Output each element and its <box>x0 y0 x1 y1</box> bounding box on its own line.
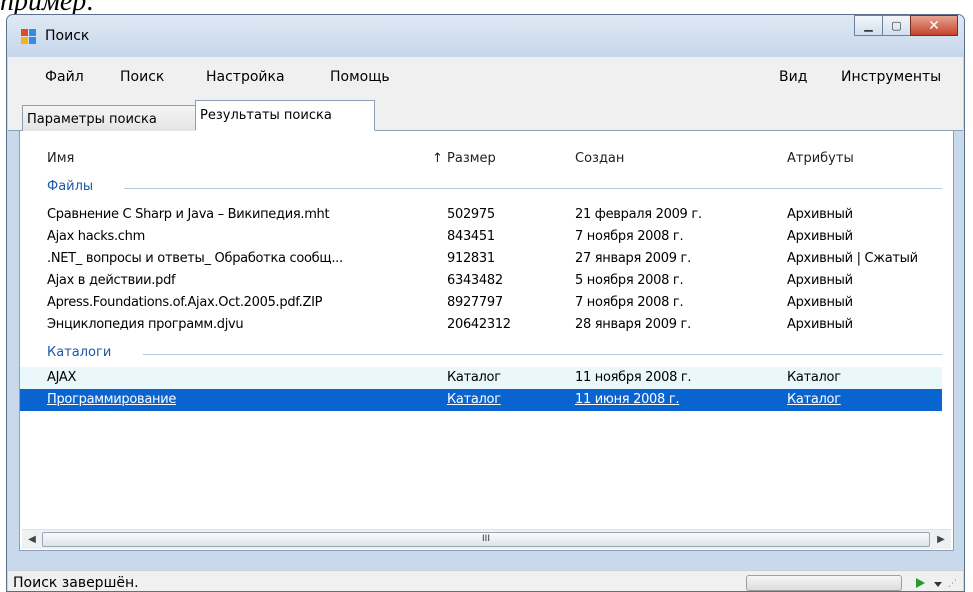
minimize-icon: ▁ <box>864 19 873 32</box>
file-attributes: Архивный | Сжатый <box>787 251 918 266</box>
file-attributes: Архивный <box>787 295 853 310</box>
file-row[interactable]: Энциклопедия программ.djvu 20642312 28 я… <box>20 314 942 336</box>
resize-grip-icon[interactable]: ⋰ <box>948 579 958 589</box>
chevron-down-icon[interactable] <box>934 582 942 587</box>
search-window: Поиск ▁ ▢ ✕ Файл Поиск Настройка Помощь … <box>6 14 965 592</box>
scroll-thumb[interactable]: III <box>42 532 930 547</box>
results-list: Имя ↑ Размер Создан Атрибуты Файлы Сравн… <box>19 131 954 551</box>
file-row[interactable]: .NET_ вопросы и ответы_ Обработка сообщ.… <box>20 248 942 270</box>
file-created: 5 ноября 2008 г. <box>575 273 684 288</box>
file-name: Сравнение C Sharp и Java – Википедия.mht <box>47 207 330 222</box>
directory-row[interactable]: AJAX Каталог 11 ноября 2008 г. Каталог <box>20 367 942 389</box>
directory-type: Каталог <box>447 392 501 407</box>
group-divider <box>124 188 942 189</box>
window-title: Поиск <box>45 28 90 44</box>
group-title-directories[interactable]: Каталоги <box>47 345 111 360</box>
directory-attributes: Каталог <box>787 392 841 407</box>
maximize-icon: ▢ <box>891 19 902 32</box>
file-attributes: Архивный <box>787 317 853 332</box>
close-icon: ✕ <box>928 17 940 34</box>
file-created: 27 января 2009 г. <box>575 251 691 266</box>
file-size: 6343482 <box>447 273 503 288</box>
status-bar: Поиск завершён. ⋰ <box>8 570 963 591</box>
app-icon <box>21 29 37 45</box>
menu-help[interactable]: Помощь <box>330 69 390 85</box>
directory-created: 11 июня 2008 г. <box>575 392 680 407</box>
file-created: 7 ноября 2008 г. <box>575 229 684 244</box>
directory-row-selected[interactable]: Программирование Каталог 11 июня 2008 г.… <box>20 389 942 411</box>
horizontal-scrollbar[interactable]: ◀ III ▶ <box>22 529 951 549</box>
tab-strip: Параметры поиска Результаты поиска <box>8 97 963 131</box>
directory-attributes: Каталог <box>787 370 841 385</box>
file-name: .NET_ вопросы и ответы_ Обработка сообщ.… <box>47 251 343 266</box>
file-name: Ajax в действии.pdf <box>47 273 176 288</box>
file-row[interactable]: Ajax hacks.chm 843451 7 ноября 2008 г. А… <box>20 226 942 248</box>
menu-tools[interactable]: Инструменты <box>841 69 941 85</box>
directory-type: Каталог <box>447 370 501 385</box>
file-attributes: Архивный <box>787 273 853 288</box>
menu-search[interactable]: Поиск <box>120 69 164 85</box>
menu-bar: Файл Поиск Настройка Помощь Вид Инструме… <box>8 57 963 97</box>
tab-search-parameters[interactable]: Параметры поиска <box>22 105 196 131</box>
file-created: 28 января 2009 г. <box>575 317 691 332</box>
file-size: 20642312 <box>447 317 511 332</box>
column-header-created[interactable]: Создан <box>575 151 624 166</box>
file-row[interactable]: Apress.Foundations.of.Ajax.Oct.2005.pdf.… <box>20 292 942 314</box>
group-divider <box>143 354 942 355</box>
file-name: Apress.Foundations.of.Ajax.Oct.2005.pdf.… <box>47 295 323 310</box>
file-row[interactable]: Ajax в действии.pdf 6343482 5 ноября 200… <box>20 270 942 292</box>
file-attributes: Архивный <box>787 207 853 222</box>
file-name: Ajax hacks.chm <box>47 229 145 244</box>
directory-name: Программирование <box>47 392 177 407</box>
directory-name: AJAX <box>47 370 77 385</box>
column-header-attributes[interactable]: Атрибуты <box>787 151 854 166</box>
maximize-button[interactable]: ▢ <box>882 15 911 36</box>
scroll-right-icon[interactable]: ▶ <box>933 532 949 547</box>
column-header-name[interactable]: Имя <box>47 151 74 166</box>
file-size: 502975 <box>447 207 495 222</box>
scroll-left-icon[interactable]: ◀ <box>24 532 40 547</box>
tab-search-results[interactable]: Результаты поиска <box>195 100 375 131</box>
file-size: 843451 <box>447 229 495 244</box>
file-created: 21 февраля 2009 г. <box>575 207 702 222</box>
file-name: Энциклопедия программ.djvu <box>47 317 244 332</box>
group-title-files[interactable]: Файлы <box>47 179 93 194</box>
file-size: 8927797 <box>447 295 503 310</box>
play-icon[interactable] <box>916 578 925 588</box>
file-row[interactable]: Сравнение C Sharp и Java – Википедия.mht… <box>20 204 942 226</box>
close-button[interactable]: ✕ <box>910 15 958 36</box>
file-attributes: Архивный <box>787 229 853 244</box>
progress-bar <box>746 575 902 591</box>
minimize-button[interactable]: ▁ <box>854 15 883 36</box>
file-created: 7 ноября 2008 г. <box>575 295 684 310</box>
menu-file[interactable]: Файл <box>45 69 84 85</box>
menu-view[interactable]: Вид <box>779 69 807 85</box>
title-bar[interactable]: Поиск ▁ ▢ ✕ <box>7 15 964 57</box>
column-header-size[interactable]: ↑ Размер <box>432 151 496 166</box>
status-text: Поиск завершён. <box>13 575 139 591</box>
file-size: 912831 <box>447 251 495 266</box>
menu-settings[interactable]: Настройка <box>206 69 285 85</box>
directory-created: 11 ноября 2008 г. <box>575 370 692 385</box>
